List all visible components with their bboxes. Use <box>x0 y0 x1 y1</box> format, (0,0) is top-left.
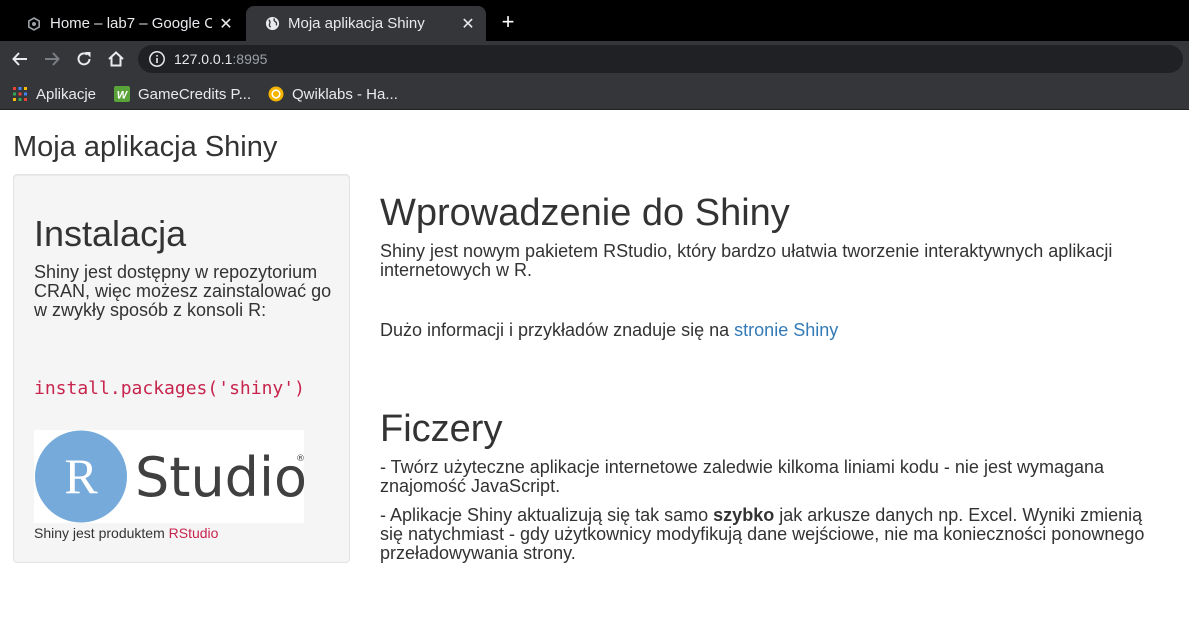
feature-item-2: - Aplikacje Shiny aktualizują się tak sa… <box>380 506 1170 563</box>
home-button[interactable] <box>104 47 128 71</box>
logo-text: Studio <box>135 446 304 509</box>
features-heading: Ficzery <box>380 408 503 450</box>
globe-icon <box>264 16 280 32</box>
new-tab-button[interactable]: + <box>496 10 520 34</box>
browser-toolbar: 127.0.0.1:8995 <box>0 41 1189 77</box>
reload-icon <box>77 52 91 66</box>
tab-title: Moja aplikacja Shiny <box>288 15 425 32</box>
feature2-bold: szybko <box>713 505 775 525</box>
address-bar[interactable]: 127.0.0.1:8995 <box>138 45 1183 73</box>
feature2-prefix: - Aplikacje Shiny aktualizują się tak sa… <box>380 505 714 525</box>
intro-paragraph: Shiny jest nowym pakietem RStudio, który… <box>380 241 1113 280</box>
bookmark-aplikacje[interactable]: Aplikacje <box>12 84 96 104</box>
back-button[interactable] <box>8 47 32 71</box>
bookmark-label: GameCredits P... <box>138 85 252 103</box>
apps-grid-icon <box>13 87 27 101</box>
bookmark-gamecredits[interactable]: W GameCredits P... <box>114 84 251 104</box>
sidebar-caption: Shiny jest produktem RStudio <box>34 525 218 541</box>
tab-strip: Home – lab7 – Google Clo ✕ Moja aplikacj… <box>0 0 1189 41</box>
forward-button[interactable] <box>40 47 64 71</box>
qwiklabs-icon <box>268 86 284 102</box>
logo-letter: R <box>64 448 98 504</box>
rstudio-logo: R Studio ® <box>34 430 307 523</box>
info-icon[interactable] <box>148 50 166 68</box>
install-code: install.packages('shiny') <box>34 378 305 399</box>
bookmark-label: Aplikacje <box>36 85 97 103</box>
bookmark-qwiklabs[interactable]: Qwiklabs - Ha... <box>268 84 398 104</box>
tab-home-lab7[interactable]: Home – lab7 – Google Clo ✕ <box>8 6 244 41</box>
bookmarks-bar: Aplikacje W GameCredits P... Qwiklabs - … <box>0 77 1189 110</box>
google-cloud-icon <box>26 16 42 32</box>
info-text: Dużo informacji i przykładów znaduje się… <box>380 320 735 340</box>
shiny-website-link[interactable]: stronie Shiny <box>734 320 838 340</box>
home-icon <box>108 51 124 67</box>
sidebar-panel: Instalacja Shiny jest dostępny w repozyt… <box>13 174 350 563</box>
tab-moja-aplikacja-shiny[interactable]: Moja aplikacja Shiny ✕ <box>246 6 486 41</box>
sidebar-text-line2: w zwykły sposób z konsoli R: <box>34 300 267 320</box>
close-icon[interactable]: ✕ <box>460 16 476 33</box>
url-host: 127.0.0.1 <box>174 51 233 67</box>
url-port: :8995 <box>232 51 268 67</box>
arrow-right-icon <box>45 52 60 66</box>
caption-text: Shiny jest produktem <box>34 525 169 541</box>
feature-item-1: - Twórz użyteczne aplikacje internetowe … <box>380 457 1104 496</box>
sidebar-text-line1: Shiny jest dostępny w repozytorium CRAN,… <box>34 262 332 301</box>
gamecredits-icon: W <box>114 86 130 102</box>
close-icon[interactable]: ✕ <box>218 16 234 33</box>
intro-heading: Wprowadzenie do Shiny <box>380 192 790 234</box>
rstudio-link[interactable]: RStudio <box>169 525 219 541</box>
logo-reg: ® <box>296 454 304 464</box>
reload-button[interactable] <box>72 47 96 71</box>
bookmark-label: Qwiklabs - Ha... <box>292 85 398 103</box>
sidebar-text: Shiny jest dostępny w repozytorium CRAN,… <box>34 263 334 320</box>
sidebar-heading: Instalacja <box>34 213 187 254</box>
tab-title: Home – lab7 – Google Clo <box>50 15 212 32</box>
arrow-left-icon <box>12 52 27 66</box>
svg-text:W: W <box>117 90 129 102</box>
info-paragraph: Dużo informacji i przykładów znaduje się… <box>380 320 1160 341</box>
page-title: Moja aplikacja Shiny <box>13 131 278 163</box>
